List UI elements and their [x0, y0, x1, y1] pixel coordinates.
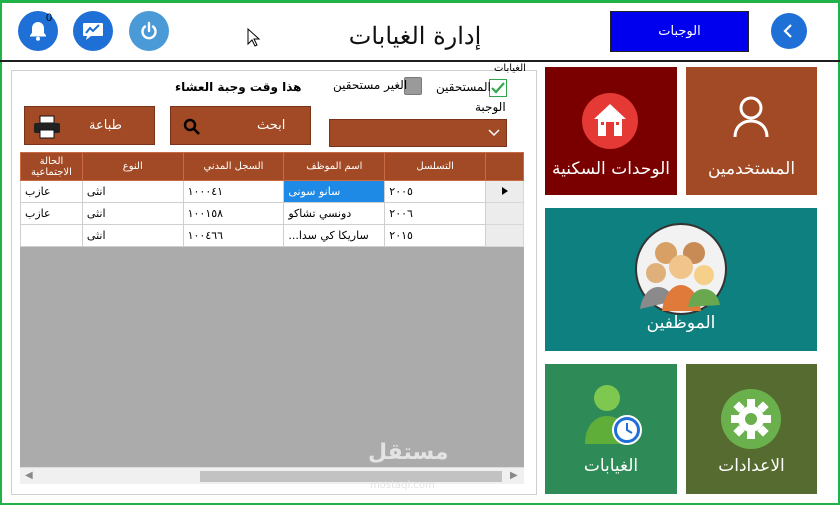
cell-employee-name[interactable]: ساريكا كي سدا...	[283, 224, 386, 247]
cell-civil-id[interactable]: ١٠٠١٥٨	[182, 202, 285, 225]
column-header-civil-id[interactable]: السجل المدني	[182, 152, 285, 181]
tile-users[interactable]: المستخدمين	[686, 67, 817, 195]
column-header-marital-status[interactable]: الحالة الاجتماعية	[20, 152, 83, 181]
table-row[interactable]: عازب انثى ١٠٠١٥٨ دونسي تشاكو ٢٠٠٦	[20, 202, 524, 225]
employees-group-icon	[635, 223, 727, 315]
tile-housing-units-label: الوحدات السكنية	[551, 159, 671, 179]
column-header-sequence[interactable]: التسلسل	[384, 152, 487, 181]
search-button-label: ابحث	[257, 118, 286, 133]
cell-marital[interactable]: عازب	[20, 180, 83, 203]
check-icon	[491, 82, 505, 94]
eligible-checkbox[interactable]	[489, 79, 507, 97]
watermark-logo: مستقل	[368, 440, 449, 465]
tile-users-label: المستخدمين	[707, 159, 796, 179]
print-button[interactable]: طباعة	[24, 106, 155, 145]
back-button[interactable]	[771, 13, 807, 49]
grid-horizontal-scrollbar[interactable]: ◀ ▶	[20, 467, 524, 484]
column-header-employee-name[interactable]: اسم الموظف	[283, 152, 386, 181]
cell-civil-id[interactable]: ١٠٠٠٤١	[182, 180, 285, 203]
table-row[interactable]: عازب انثى ١٠٠٠٤١ سانو سونى ٢٠٠٥	[20, 180, 524, 203]
cell-gender[interactable]: انثى	[81, 180, 184, 203]
chart-chat-icon	[83, 23, 103, 40]
print-button-label: طباعة	[89, 118, 122, 133]
power-icon	[141, 21, 157, 40]
cell-marital[interactable]: عازب	[20, 202, 83, 225]
scroll-right-arrow-icon[interactable]: ▶	[510, 470, 518, 481]
tile-employees[interactable]: الموظفين	[545, 208, 817, 351]
row-selector[interactable]	[485, 180, 524, 203]
column-header-gender[interactable]: النوع	[81, 152, 184, 181]
tile-settings-label: الاعدادات	[718, 456, 785, 476]
watermark-url: mostaql.com	[370, 480, 435, 491]
row-selector[interactable]	[485, 224, 524, 247]
reports-button[interactable]	[73, 11, 113, 51]
tile-employees-label: الموظفين	[646, 313, 716, 333]
cell-gender[interactable]: انثى	[81, 224, 184, 247]
not-eligible-label: الغير مستحقين	[333, 78, 408, 92]
group-caption: الغيابات	[494, 63, 526, 74]
page-title: إدارة الغيابات	[348, 22, 482, 50]
employees-grid[interactable]: الحالة الاجتماعية النوع السجل المدني اسم…	[20, 152, 524, 467]
cell-marital[interactable]	[20, 224, 83, 247]
user-icon	[733, 96, 769, 138]
user-clock-icon	[585, 385, 642, 445]
column-header-row-selector	[485, 152, 524, 181]
scroll-left-arrow-icon[interactable]: ◀	[25, 470, 33, 481]
cell-employee-name[interactable]: دونسي تشاكو	[283, 202, 386, 225]
logout-button[interactable]	[129, 11, 169, 51]
cell-employee-name[interactable]: سانو سونى	[283, 180, 386, 203]
printer-icon	[34, 115, 60, 139]
gear-icon	[721, 389, 781, 449]
eligible-label: المستحقين	[436, 80, 491, 94]
house-icon	[582, 93, 638, 149]
cell-sequence[interactable]: ٢٠٠٦	[384, 202, 487, 225]
tile-absences[interactable]: الغيابات	[545, 364, 677, 494]
search-icon	[183, 118, 200, 135]
cell-sequence[interactable]: ٢٠١٥	[384, 224, 487, 247]
meals-button[interactable]: الوجبات	[610, 11, 749, 52]
current-row-arrow-icon	[501, 187, 508, 195]
notification-count: 0	[46, 12, 53, 24]
chevron-left-icon	[783, 24, 792, 38]
cell-sequence[interactable]: ٢٠٠٥	[384, 180, 487, 203]
tile-absences-label: الغيابات	[583, 456, 639, 476]
row-selector[interactable]	[485, 202, 524, 225]
cell-civil-id[interactable]: ١٠٠٤٦٦	[182, 224, 285, 247]
header-divider	[0, 60, 840, 62]
meal-label: الوجبة	[475, 100, 506, 114]
table-row[interactable]: انثى ١٠٠٤٦٦ ساريكا كي سدا... ٢٠١٥	[20, 224, 524, 247]
scrollbar-thumb[interactable]	[200, 471, 502, 482]
chevron-down-icon	[488, 129, 500, 137]
dinner-time-label: هذا وقت وجبة العشاء	[175, 80, 302, 94]
tile-housing-units[interactable]: الوحدات السكنية	[545, 67, 677, 195]
mouse-cursor-icon	[247, 28, 261, 47]
tile-settings[interactable]: الاعدادات	[686, 364, 817, 494]
cell-gender[interactable]: انثى	[81, 202, 184, 225]
grid-header-row: الحالة الاجتماعية النوع السجل المدني اسم…	[20, 152, 524, 181]
meal-select[interactable]	[329, 119, 507, 147]
search-button[interactable]: ابحث	[170, 106, 311, 145]
